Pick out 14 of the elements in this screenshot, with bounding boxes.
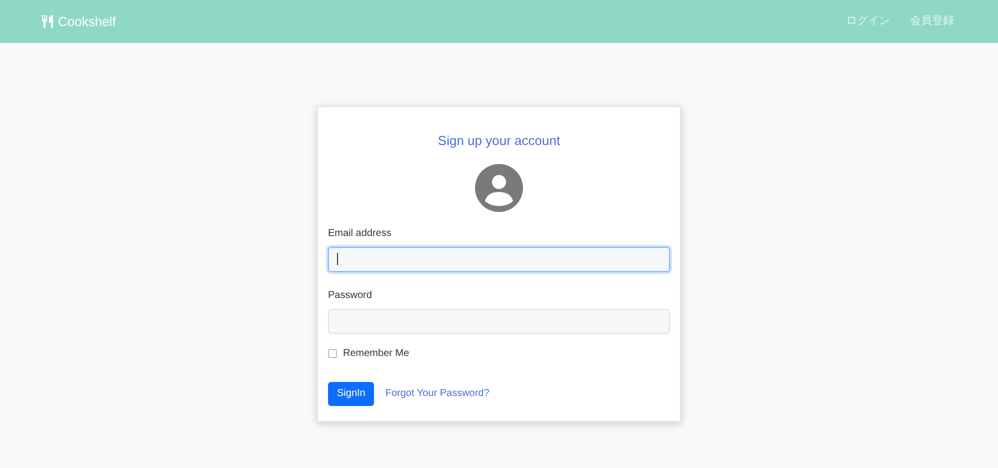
brand-link[interactable]: Cookshelf [42, 12, 116, 32]
signin-button[interactable]: SignIn [328, 382, 374, 406]
checkbox[interactable] [328, 348, 337, 358]
nav-link[interactable]: 会員登録 [910, 13, 954, 30]
text-cursor [337, 253, 338, 265]
nav-link[interactable]: ログイン [846, 13, 890, 30]
input-field[interactable] [328, 246, 670, 272]
utensils-icon [42, 15, 53, 28]
card-title: Sign up your account [436, 132, 562, 150]
field-label: Password [328, 288, 373, 302]
checkbox-label: Remember Me [343, 346, 410, 360]
avatar-icon [475, 164, 523, 212]
forgot-password-link[interactable]: Forgot Your Password? [385, 386, 490, 401]
field-label: Email address [328, 226, 392, 240]
